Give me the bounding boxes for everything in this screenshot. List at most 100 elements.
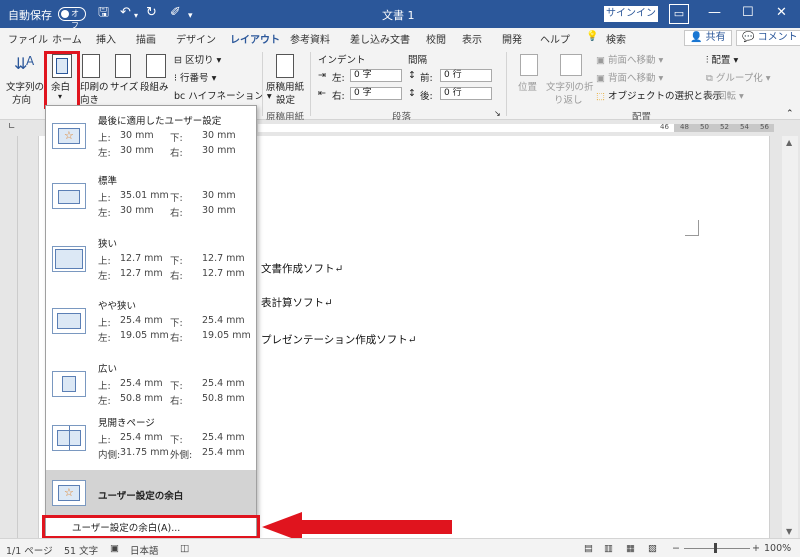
- zoom-in-button[interactable]: +: [752, 543, 760, 554]
- print-layout-icon[interactable]: ▦: [626, 543, 635, 554]
- document-line[interactable]: プレゼンテーション作成ソフト↵: [261, 332, 417, 347]
- scroll-up-icon[interactable]: ▲: [786, 138, 792, 147]
- tab-insert[interactable]: 挿入: [96, 31, 116, 46]
- tab-file[interactable]: ファイル: [8, 31, 48, 46]
- margin-option-moderate[interactable]: やや狭い 上: 25.4 mm 下: 25.4 mm 左: 19.05 mm 右…: [46, 293, 256, 351]
- indent-right-input[interactable]: 0 字: [350, 87, 402, 100]
- tab-references[interactable]: 参考資料: [290, 31, 330, 46]
- orientation-label-2[interactable]: 向き: [80, 92, 99, 106]
- autosave-toggle[interactable]: オフ: [58, 7, 86, 30]
- orientation-label-1[interactable]: 印刷の: [80, 79, 109, 93]
- vertical-ruler[interactable]: [0, 136, 18, 538]
- tab-draw[interactable]: 描画: [136, 31, 156, 46]
- align-button[interactable]: ⫶ 配置 ▾: [706, 52, 738, 66]
- save-icon[interactable]: 🖫: [98, 6, 109, 20]
- tab-help[interactable]: ヘルプ: [540, 31, 570, 46]
- position-icon[interactable]: [520, 54, 538, 76]
- wrap-text-label-2[interactable]: り返し: [554, 92, 583, 106]
- collapse-ribbon-icon[interactable]: ⌃: [786, 109, 794, 119]
- customize-qat-icon[interactable]: ▾: [188, 9, 193, 23]
- language[interactable]: 日本語: [130, 543, 159, 557]
- margin-option-custom-last[interactable]: ☆ ユーザー設定の余白: [46, 470, 256, 516]
- option-title: やや狭い: [98, 301, 137, 312]
- text-direction-label-2[interactable]: 方向: [12, 92, 31, 106]
- vertical-scrollbar[interactable]: ▲ ▼: [782, 136, 798, 538]
- ribbon-separator: [262, 52, 263, 116]
- wrap-text-label-1[interactable]: 文字列の折: [546, 79, 594, 93]
- manuscript-label-1[interactable]: 原稿用紙: [266, 79, 304, 93]
- text-direction-label-1[interactable]: 文字列の: [6, 79, 44, 93]
- sign-in-button[interactable]: サインイン: [604, 6, 658, 22]
- wrap-text-icon[interactable]: [560, 54, 582, 76]
- lightbulb-icon: 💡: [586, 31, 599, 42]
- margin-option-wide[interactable]: 広い 上: 25.4 mm 下: 25.4 mm 左: 50.8 mm 右: 5…: [46, 356, 256, 414]
- restore-button[interactable]: ☐: [742, 5, 754, 20]
- minimize-button[interactable]: —: [708, 5, 721, 20]
- breaks-button[interactable]: ⊟ 区切り ▾: [174, 52, 221, 66]
- selection-pane-button[interactable]: ⬚ オブジェクトの選択と表示: [596, 88, 722, 102]
- undo-icon[interactable]: ↶: [120, 6, 131, 20]
- line-numbers-button[interactable]: ⁝ 行番号 ▾: [174, 70, 216, 84]
- breaks-label: 区切り: [184, 55, 214, 66]
- read-mode-icon[interactable]: ▥: [604, 543, 613, 554]
- margin-option-normal[interactable]: 標準 上: 35.01 mm 下: 30 mm 左: 30 mm 右: 30 m…: [46, 168, 256, 226]
- ruler-number: 50: [700, 123, 709, 131]
- tab-review[interactable]: 校閲: [426, 31, 446, 46]
- zoom-slider-thumb[interactable]: [714, 543, 717, 553]
- paragraph-dialog-launcher[interactable]: ↘: [494, 109, 501, 118]
- tab-mailings[interactable]: 差し込み文書: [350, 31, 410, 46]
- page-count[interactable]: 1/1 ページ: [6, 543, 53, 557]
- touch-mode-icon[interactable]: ✐: [170, 6, 181, 20]
- close-button[interactable]: ✕: [776, 5, 787, 20]
- word-count[interactable]: 51 文字: [64, 543, 98, 557]
- columns-icon[interactable]: [146, 54, 166, 78]
- web-layout-icon[interactable]: ▧: [648, 543, 657, 554]
- redo-icon[interactable]: ↻: [146, 6, 157, 20]
- margin-option-mirrored[interactable]: 見開きページ 上: 25.4 mm 下: 25.4 mm 内側: 31.75 m…: [46, 410, 256, 468]
- space-after-input[interactable]: 0 行: [440, 87, 492, 100]
- document-line[interactable]: 表計算ソフト↵: [261, 295, 333, 310]
- bring-forward-label: 前面へ移動: [608, 55, 656, 66]
- hyphenation-button[interactable]: bc ハイフネーション ▾: [174, 88, 272, 102]
- tab-developer[interactable]: 開発: [502, 31, 522, 46]
- focus-mode-icon[interactable]: ▤: [584, 543, 593, 554]
- manuscript-label-2[interactable]: 設定: [276, 92, 295, 106]
- rotate-label: 回転: [716, 91, 736, 102]
- document-title: 文書 1: [382, 9, 415, 22]
- rotate-button[interactable]: ⟳ 回転 ▾: [706, 88, 744, 102]
- margin-option-last-custom[interactable]: ☆ 最後に適用したユーザー設定 上: 30 mm 下: 30 mm 左: 30 …: [46, 108, 256, 166]
- indent-left-input[interactable]: 0 字: [350, 69, 402, 82]
- tab-view[interactable]: 表示: [462, 31, 482, 46]
- tab-home[interactable]: ホーム: [52, 31, 82, 46]
- option-title: 最後に適用したユーザー設定: [98, 116, 222, 127]
- scroll-down-icon[interactable]: ▼: [786, 527, 792, 536]
- space-before-input[interactable]: 0 行: [440, 69, 492, 82]
- orientation-icon[interactable]: [82, 54, 100, 78]
- tab-design[interactable]: デザイン: [176, 31, 216, 46]
- proofing-icon[interactable]: ▣: [110, 543, 119, 554]
- position-button[interactable]: 位置: [518, 79, 537, 93]
- accessibility-icon[interactable]: ◫: [180, 543, 189, 554]
- indent-right-label: 右:: [332, 91, 345, 102]
- share-button[interactable]: 👤 共有: [684, 30, 732, 46]
- ruler-number: 46: [660, 123, 669, 131]
- send-backward-button[interactable]: ▣ 背面へ移動 ▾: [596, 70, 663, 84]
- zoom-level[interactable]: 100%: [764, 543, 791, 554]
- margin-option-narrow[interactable]: 狭い 上: 12.7 mm 下: 12.7 mm 左: 12.7 mm 右: 1…: [46, 231, 256, 289]
- comments-button[interactable]: 💬 コメント: [736, 30, 800, 46]
- document-line[interactable]: 文書作成ソフト↵: [261, 261, 343, 276]
- zoom-slider[interactable]: [684, 548, 750, 549]
- tab-layout[interactable]: レイアウト: [230, 31, 280, 50]
- ribbon-display-options-button[interactable]: ▭: [669, 4, 689, 24]
- tab-selector-icon[interactable]: ∟: [8, 122, 16, 132]
- undo-dropdown-icon[interactable]: ▾: [134, 9, 138, 23]
- tell-me-search[interactable]: 検索: [606, 31, 626, 46]
- zoom-out-button[interactable]: −: [672, 543, 680, 554]
- size-icon[interactable]: [115, 54, 131, 78]
- columns-button[interactable]: 段組み: [140, 79, 169, 93]
- text-direction-icon[interactable]: ⇊ A: [12, 54, 36, 76]
- manuscript-icon[interactable]: [276, 54, 294, 78]
- size-button[interactable]: サイズ: [110, 79, 138, 93]
- group-button[interactable]: ⧉ グループ化 ▾: [706, 70, 771, 84]
- bring-forward-button[interactable]: ▣ 前面へ移動 ▾: [596, 52, 663, 66]
